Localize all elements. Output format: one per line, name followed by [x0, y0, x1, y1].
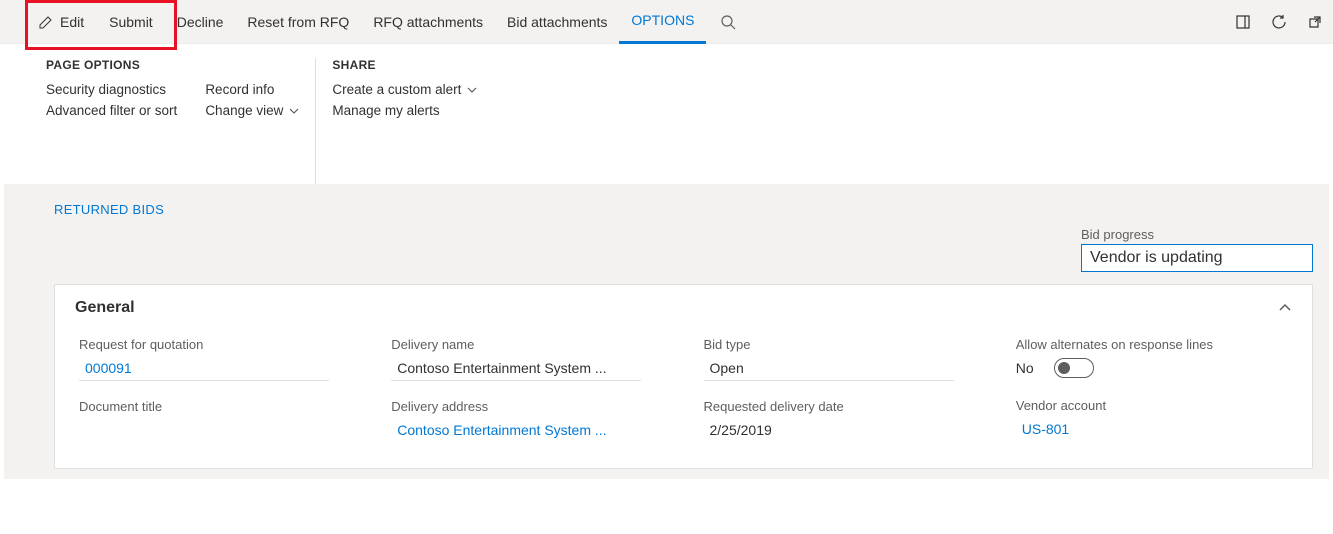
rfq-attachments-label: RFQ attachments	[373, 14, 483, 30]
popout-icon[interactable]	[1297, 14, 1333, 30]
reset-button[interactable]: Reset from RFQ	[235, 0, 361, 44]
create-alert-label: Create a custom alert	[332, 82, 461, 97]
status-row: Bid progress Vendor is updating	[4, 227, 1329, 272]
search-icon	[720, 14, 736, 30]
office-icon[interactable]	[1225, 14, 1261, 30]
vendor-account-value[interactable]: US-801	[1016, 417, 1288, 441]
rfq-value[interactable]: 000091	[79, 356, 329, 381]
advanced-filter-link[interactable]: Advanced filter or sort	[46, 103, 177, 118]
toggle-knob	[1058, 362, 1070, 374]
delivery-address-value[interactable]: Contoso Entertainment System ...	[391, 418, 663, 442]
change-view-label: Change view	[205, 103, 283, 118]
create-alert-link[interactable]: Create a custom alert	[332, 82, 477, 97]
options-tab[interactable]: OPTIONS	[619, 0, 706, 44]
record-info-link[interactable]: Record info	[205, 82, 299, 97]
page-options-title: PAGE OPTIONS	[46, 58, 299, 72]
security-diagnostics-link[interactable]: Security diagnostics	[46, 82, 177, 97]
decline-label: Decline	[177, 14, 224, 30]
allow-alt-label: Allow alternates on response lines	[1016, 337, 1288, 352]
advanced-filter-label: Advanced filter or sort	[46, 103, 177, 118]
bid-type-value[interactable]: Open	[704, 356, 954, 381]
ribbon-group-page-options: PAGE OPTIONS Security diagnostics Advanc…	[46, 58, 315, 184]
chevron-down-icon	[467, 85, 477, 95]
reset-label: Reset from RFQ	[247, 14, 349, 30]
record-info-label: Record info	[205, 82, 274, 97]
general-card: General Request for quotation 000091 Doc…	[54, 284, 1313, 469]
delivery-name-value[interactable]: Contoso Entertainment System ...	[391, 356, 641, 381]
manage-alerts-link[interactable]: Manage my alerts	[332, 103, 477, 118]
delivery-address-label: Delivery address	[391, 399, 663, 414]
security-diagnostics-label: Security diagnostics	[46, 82, 166, 97]
edit-button[interactable]: Edit	[0, 0, 96, 44]
rfq-attachments-button[interactable]: RFQ attachments	[361, 0, 495, 44]
page-body: RETURNED BIDS Bid progress Vendor is upd…	[4, 184, 1329, 479]
ribbon-group-share: SHARE Create a custom alert Manage my al…	[315, 58, 493, 184]
refresh-icon[interactable]	[1261, 14, 1297, 30]
edit-label: Edit	[60, 14, 84, 30]
pencil-icon	[38, 14, 54, 30]
search-button[interactable]	[706, 14, 750, 30]
chevron-down-icon	[289, 106, 299, 116]
doc-title-label: Document title	[79, 399, 351, 414]
bid-attachments-button[interactable]: Bid attachments	[495, 0, 619, 44]
collapse-icon[interactable]	[1278, 301, 1292, 315]
bid-progress-label: Bid progress	[1081, 227, 1313, 242]
vendor-account-label: Vendor account	[1016, 398, 1288, 413]
manage-alerts-label: Manage my alerts	[332, 103, 439, 118]
options-label: OPTIONS	[631, 12, 694, 28]
requested-date-label: Requested delivery date	[704, 399, 976, 414]
bid-progress-value[interactable]: Vendor is updating	[1081, 244, 1313, 272]
page-header: RETURNED BIDS	[4, 184, 1329, 217]
allow-alt-value: No	[1016, 356, 1040, 380]
action-toolbar: Edit Submit Decline Reset from RFQ RFQ a…	[0, 0, 1333, 44]
submit-label: Submit	[109, 14, 153, 30]
delivery-name-label: Delivery name	[391, 337, 663, 352]
options-ribbon: PAGE OPTIONS Security diagnostics Advanc…	[0, 44, 1333, 184]
rfq-label: Request for quotation	[79, 337, 351, 352]
requested-date-value[interactable]: 2/25/2019	[704, 418, 976, 442]
bid-attachments-label: Bid attachments	[507, 14, 607, 30]
bid-type-label: Bid type	[704, 337, 976, 352]
general-title: General	[75, 299, 135, 317]
change-view-link[interactable]: Change view	[205, 103, 299, 118]
decline-button[interactable]: Decline	[165, 0, 236, 44]
returned-bids-title: RETURNED BIDS	[54, 202, 1329, 217]
share-title: SHARE	[332, 58, 477, 72]
allow-alt-toggle[interactable]	[1054, 358, 1094, 378]
submit-button[interactable]: Submit	[97, 0, 165, 44]
